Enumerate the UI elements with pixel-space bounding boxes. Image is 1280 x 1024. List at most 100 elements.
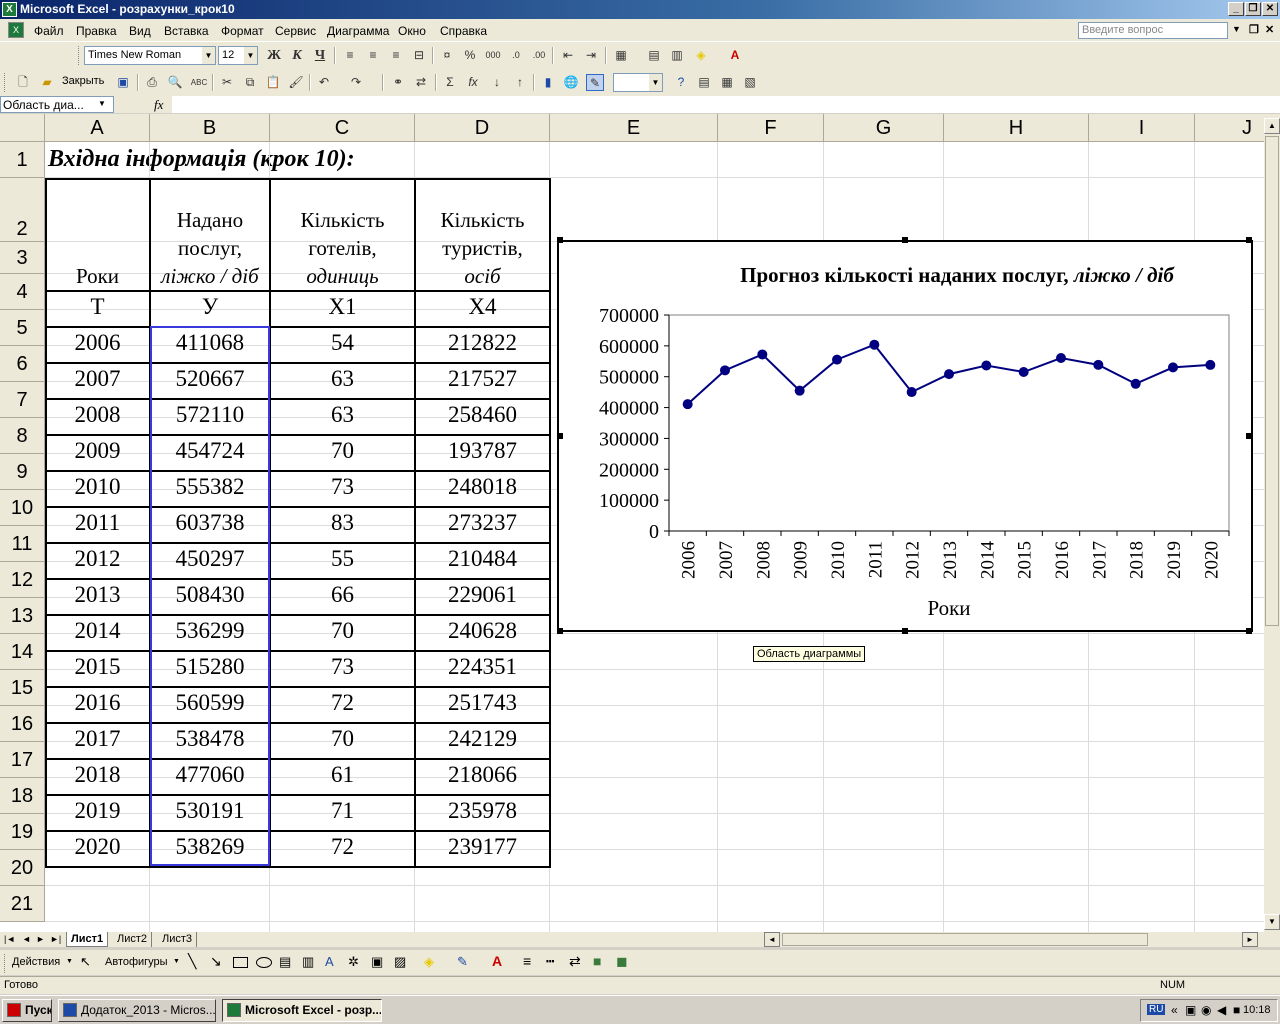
- toolbar-grip[interactable]: [78, 46, 81, 65]
- data-cell[interactable]: 55: [270, 546, 415, 572]
- data-cell[interactable]: 2012: [45, 546, 150, 572]
- picture-icon[interactable]: ▨: [394, 954, 406, 970]
- vertical-textbox-icon[interactable]: ▥: [302, 954, 314, 970]
- new-file-icon[interactable]: 🗋: [14, 74, 32, 91]
- data-cell[interactable]: 2019: [45, 798, 150, 824]
- spelling-icon[interactable]: ABC: [190, 74, 208, 91]
- chevron-down-icon[interactable]: ▼: [66, 958, 73, 965]
- sheet-title-cell[interactable]: Вхідна інформація (крок 10):: [48, 146, 355, 173]
- chevron-down-icon[interactable]: ▼: [649, 74, 662, 91]
- hyperlink-icon[interactable]: ⚭: [389, 74, 407, 91]
- data-cell[interactable]: 240628: [415, 618, 550, 644]
- chart-handle[interactable]: [557, 237, 563, 243]
- data-cell[interactable]: 248018: [415, 474, 550, 500]
- start-button[interactable]: Пуск: [2, 999, 52, 1022]
- name-box-dropdown-icon[interactable]: ▼: [98, 99, 106, 108]
- security-icon[interactable]: ◉: [1201, 1003, 1211, 1017]
- data-cell[interactable]: 71: [270, 798, 415, 824]
- first-sheet-icon[interactable]: |◄: [4, 934, 15, 944]
- data-cell[interactable]: 538478: [150, 726, 270, 752]
- data-cell[interactable]: 2018: [45, 762, 150, 788]
- tray-expand-icon[interactable]: «: [1171, 1003, 1178, 1017]
- row-header-9[interactable]: 9: [0, 454, 45, 490]
- column-header-d[interactable]: D: [415, 114, 550, 142]
- zoom-select[interactable]: ▼: [613, 73, 663, 92]
- copy-icon[interactable]: ⧉: [241, 74, 259, 91]
- data-cell[interactable]: 2020: [45, 834, 150, 860]
- row-header-3[interactable]: 3: [0, 242, 45, 274]
- ask-dropdown-icon[interactable]: ▼: [1232, 24, 1241, 34]
- data-cell[interactable]: 530191: [150, 798, 270, 824]
- column-header-f[interactable]: F: [718, 114, 824, 142]
- data-cell[interactable]: 72: [270, 834, 415, 860]
- font-color-icon[interactable]: A: [726, 47, 744, 64]
- chart-handle[interactable]: [902, 237, 908, 243]
- align-right-icon[interactable]: ≡: [387, 47, 405, 64]
- font-name-select[interactable]: Times New Roman ▼: [84, 46, 216, 65]
- data-cell[interactable]: 2006: [45, 330, 150, 356]
- name-box[interactable]: Область диа...: [0, 96, 114, 113]
- borders-icon[interactable]: ▦: [612, 47, 630, 64]
- data-cell[interactable]: 242129: [415, 726, 550, 752]
- data-cell[interactable]: 520667: [150, 366, 270, 392]
- toolbar-grip[interactable]: [4, 954, 7, 973]
- menu-insert[interactable]: Вставка: [164, 24, 209, 38]
- symbol-cell[interactable]: У: [150, 294, 270, 320]
- taskbar-item-excel[interactable]: Microsoft Excel - розр...: [222, 999, 382, 1022]
- symbol-cell[interactable]: X1: [270, 294, 415, 320]
- research-icon[interactable]: ⇄: [412, 74, 430, 91]
- open-folder-icon[interactable]: ▰: [38, 74, 56, 91]
- paste-icon[interactable]: 📋: [264, 74, 282, 91]
- calendar-icon[interactable]: ▧: [741, 74, 759, 91]
- row-header-13[interactable]: 13: [0, 598, 45, 634]
- 3d-style-icon[interactable]: ◼: [616, 953, 628, 970]
- sheet-tab-3[interactable]: Лист3: [158, 932, 198, 947]
- data-cell[interactable]: 2013: [45, 582, 150, 608]
- decrease-decimal-icon[interactable]: .00: [530, 47, 548, 64]
- data-cell[interactable]: 70: [270, 618, 415, 644]
- menu-window[interactable]: Окно: [398, 24, 426, 38]
- formula-input[interactable]: [172, 96, 1280, 113]
- font-color-icon[interactable]: A: [492, 953, 502, 969]
- data-cell[interactable]: 193787: [415, 438, 550, 464]
- data-cell[interactable]: 218066: [415, 762, 550, 788]
- italic-button[interactable]: К: [288, 47, 306, 64]
- workbook-icon[interactable]: X: [8, 22, 24, 38]
- chart-wizard-icon[interactable]: ▮: [539, 74, 557, 91]
- minimize-button[interactable]: _: [1228, 2, 1244, 16]
- merge-center-icon[interactable]: ⊟: [410, 47, 428, 64]
- language-indicator[interactable]: RU: [1147, 1004, 1166, 1015]
- menu-chart[interactable]: Диаграмма: [327, 24, 389, 38]
- cut-icon[interactable]: ✂: [218, 74, 236, 91]
- row-header-15[interactable]: 15: [0, 670, 45, 706]
- print-icon[interactable]: ⎙: [143, 74, 161, 91]
- textbox-icon[interactable]: ▤: [279, 954, 291, 970]
- network-icon[interactable]: ▣: [1185, 1003, 1196, 1017]
- doc-close-icon[interactable]: ✕: [1265, 23, 1274, 36]
- row-header-11[interactable]: 11: [0, 526, 45, 562]
- data-cell[interactable]: 508430: [150, 582, 270, 608]
- chevron-down-icon[interactable]: ▼: [202, 47, 215, 64]
- chart-handle[interactable]: [1246, 237, 1252, 243]
- column-header-i[interactable]: I: [1089, 114, 1195, 142]
- dash-style-icon[interactable]: ┅: [546, 953, 554, 970]
- row-header-21[interactable]: 21: [0, 886, 45, 922]
- table-icon[interactable]: ▦: [718, 74, 736, 91]
- menu-file[interactable]: Файл: [34, 24, 64, 38]
- data-cell[interactable]: 273237: [415, 510, 550, 536]
- increase-indent-icon[interactable]: ⇥: [582, 47, 600, 64]
- data-cell[interactable]: 572110: [150, 402, 270, 428]
- scroll-down-icon[interactable]: ▼: [1264, 914, 1280, 930]
- form-icon[interactable]: ▤: [695, 74, 713, 91]
- excel-app-icon[interactable]: X: [2, 2, 17, 17]
- row-header-1[interactable]: 1: [0, 142, 45, 178]
- chart-area[interactable]: Прогноз кількості наданих послуг, ліжко …: [557, 240, 1253, 632]
- chart-handle[interactable]: [1246, 433, 1252, 439]
- select-pointer-icon[interactable]: ↖: [80, 954, 91, 970]
- data-cell[interactable]: 477060: [150, 762, 270, 788]
- row-header-5[interactable]: 5: [0, 310, 45, 346]
- format-icon[interactable]: ▤: [645, 47, 663, 64]
- table-format-icon[interactable]: ▥: [668, 47, 686, 64]
- data-cell[interactable]: 536299: [150, 618, 270, 644]
- maximize-button[interactable]: ❐: [1245, 2, 1261, 16]
